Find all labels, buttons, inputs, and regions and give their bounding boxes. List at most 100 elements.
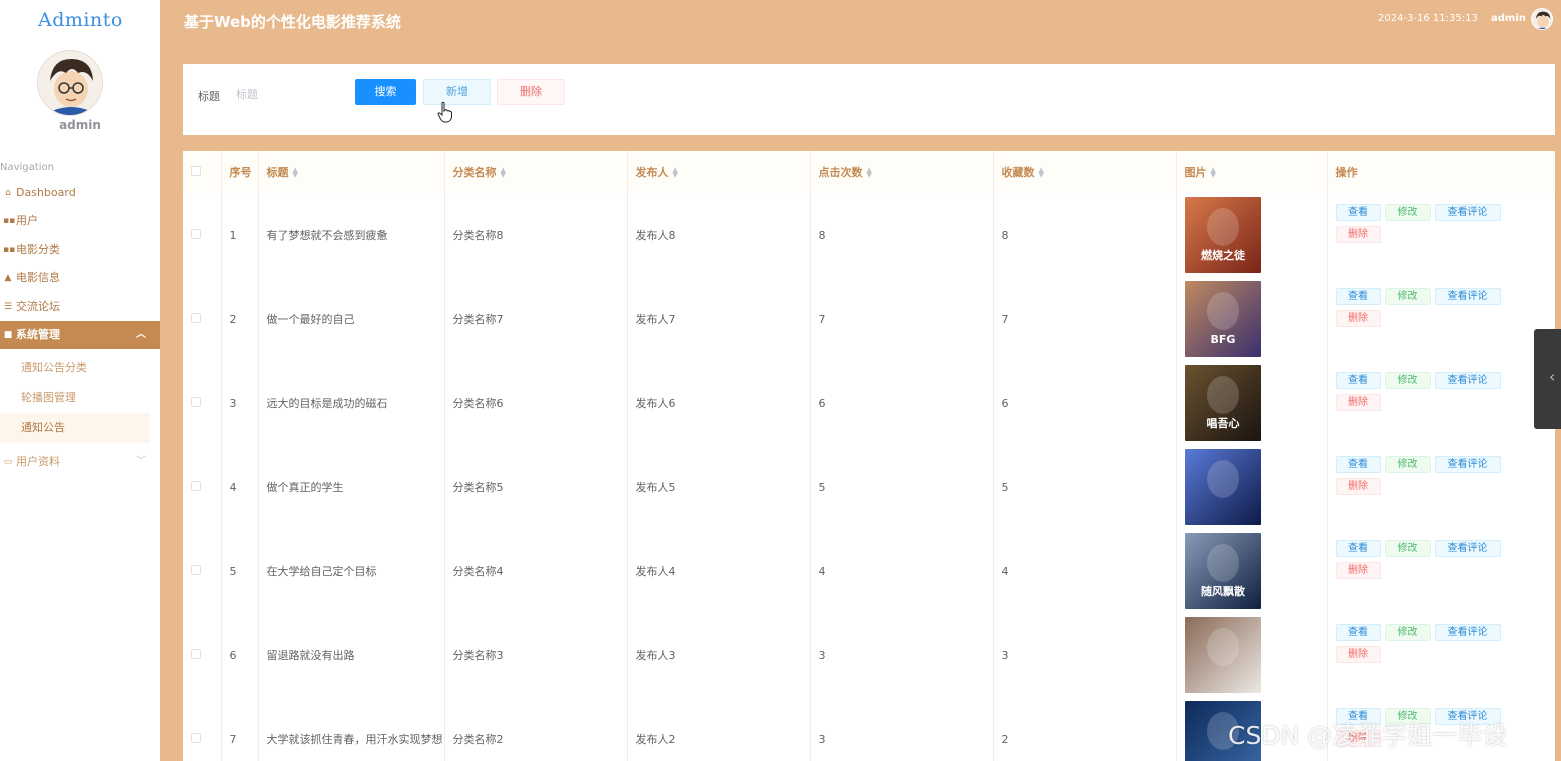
table-row[interactable]: 1 有了梦想就不会感到疲惫 分类名称8 发布人8 8 8 燃烧之徒 查看 修改 … [183, 193, 1555, 277]
cell-title: 做一个最好的自己 [258, 277, 445, 361]
sidebar-item-label: 电影分类 [16, 243, 60, 256]
cell-title: 留退路就没有出路 [258, 613, 445, 697]
row-select-cell[interactable] [183, 697, 222, 761]
row-checkbox[interactable] [191, 228, 201, 239]
cell-actions: 查看 修改 查看评论 删除 [1327, 361, 1555, 445]
column-header-title[interactable]: 标题 ▲ ▼ [258, 151, 445, 193]
delete-button[interactable]: 删除 [1335, 310, 1381, 327]
delete-button[interactable]: 删除 [1335, 646, 1381, 663]
edit-button[interactable]: 修改 [1384, 288, 1431, 305]
cell-favorites: 8 [993, 193, 1177, 277]
column-header-clicks[interactable]: 点击次数 ▲ ▼ [810, 151, 994, 193]
cell-category: 分类名称7 [444, 277, 628, 361]
avatar[interactable] [37, 50, 103, 116]
view-comments-button[interactable]: 查看评论 [1434, 372, 1501, 389]
view-button[interactable]: 查看 [1335, 288, 1381, 305]
delete-button[interactable]: 删除 [1335, 478, 1381, 495]
row-select-cell[interactable] [183, 613, 222, 697]
view-comments-button[interactable]: 查看评论 [1434, 624, 1501, 641]
select-all-checkbox[interactable] [191, 165, 201, 176]
view-button[interactable]: 查看 [1335, 204, 1381, 221]
sidebar-item-movie-category[interactable]: ▪▪ 电影分类 [0, 236, 160, 264]
view-button[interactable]: 查看 [1335, 372, 1381, 389]
cell-clicks: 7 [810, 277, 994, 361]
book-icon: ■ [3, 330, 13, 340]
row-checkbox[interactable] [191, 732, 201, 743]
view-comments-button[interactable]: 查看评论 [1434, 288, 1501, 305]
movie-poster-image: BFG [1184, 281, 1261, 357]
column-header-publisher[interactable]: 发布人 ▲ ▼ [627, 151, 811, 193]
sidebar-item-label: 用户资料 [16, 455, 60, 468]
brand-logo[interactable]: Adminto [38, 9, 123, 31]
row-checkbox[interactable] [191, 312, 201, 323]
title-search-input[interactable] [230, 82, 350, 106]
side-drawer-toggle[interactable]: ‹ [1534, 329, 1561, 429]
cell-category: 分类名称5 [444, 445, 628, 529]
view-button[interactable]: 查看 [1335, 540, 1381, 557]
row-select-cell[interactable] [183, 193, 222, 277]
page-title: 基于Web的个性化电影推荐系统 [184, 13, 401, 31]
sidebar-item-dashboard[interactable]: ⌂ Dashboard [0, 179, 160, 207]
sidebar-item-label: 系统管理 [16, 328, 60, 341]
table-row[interactable]: 5 在大学给自己定个目标 分类名称4 发布人4 4 4 随风飘散 查看 修改 查… [183, 529, 1555, 613]
row-select-cell[interactable] [183, 445, 222, 529]
view-button[interactable]: 查看 [1335, 456, 1381, 473]
row-checkbox[interactable] [191, 480, 201, 491]
table-row[interactable]: 4 做个真正的学生 分类名称5 发布人5 5 5 查看 修改 查看评论 删除 [183, 445, 1555, 529]
header-avatar[interactable] [1531, 8, 1553, 30]
delete-button[interactable]: 删除 [1335, 226, 1381, 243]
row-checkbox[interactable] [191, 396, 201, 407]
select-all-cell[interactable] [183, 151, 222, 193]
sort-icon[interactable]: ▲ ▼ [1039, 167, 1044, 179]
row-select-cell[interactable] [183, 277, 222, 361]
cell-category: 分类名称4 [444, 529, 628, 613]
sidebar-subitem-notice-category[interactable]: 通知公告分类 [0, 353, 150, 383]
sidebar-item-user-profile[interactable]: ▭ 用户资料 ﹀ [0, 448, 160, 476]
row-checkbox[interactable] [191, 648, 201, 659]
header-datetime: 2024-3-16 11:35:13 [1378, 13, 1478, 24]
cell-actions: 查看 修改 查看评论 删除 [1327, 445, 1555, 529]
cell-actions: 查看 修改 查看评论 删除 [1327, 613, 1555, 697]
view-comments-button[interactable]: 查看评论 [1434, 204, 1501, 221]
sidebar-item-users[interactable]: ▪▪ 用户 [0, 207, 160, 235]
column-header-image[interactable]: 图片 ▲ ▼ [1176, 151, 1328, 193]
header-username[interactable]: admin [1491, 13, 1526, 24]
view-comments-button[interactable]: 查看评论 [1434, 540, 1501, 557]
sort-icon[interactable]: ▲ ▼ [867, 167, 872, 179]
column-header-category[interactable]: 分类名称 ▲ ▼ [444, 151, 628, 193]
table-row[interactable]: 6 留退路就没有出路 分类名称3 发布人3 3 3 查看 修改 查看评论 删除 [183, 613, 1555, 697]
cell-no: 2 [221, 277, 259, 361]
sort-icon[interactable]: ▲ ▼ [293, 167, 298, 179]
table-row[interactable]: 3 远大的目标是成功的磁石 分类名称6 发布人6 6 6 唱吾心 查看 修改 查… [183, 361, 1555, 445]
poster-caption: BFG [1210, 333, 1235, 346]
sidebar-item-system[interactable]: ■ 系统管理 ︿ [0, 321, 160, 349]
view-button[interactable]: 查看 [1335, 624, 1381, 641]
row-checkbox[interactable] [191, 564, 201, 575]
row-select-cell[interactable] [183, 361, 222, 445]
delete-button[interactable]: 删除 [1335, 562, 1381, 579]
sort-icon[interactable]: ▲ ▼ [673, 167, 678, 179]
batch-delete-button[interactable]: 删除 [497, 79, 565, 105]
hand-cursor-icon [437, 101, 452, 123]
edit-button[interactable]: 修改 [1384, 456, 1431, 473]
edit-button[interactable]: 修改 [1384, 540, 1431, 557]
sort-icon[interactable]: ▲ ▼ [501, 167, 506, 179]
search-button[interactable]: 搜索 [355, 79, 416, 105]
add-button[interactable]: 新增 [423, 79, 491, 105]
view-comments-button[interactable]: 查看评论 [1434, 456, 1501, 473]
edit-button[interactable]: 修改 [1384, 372, 1431, 389]
sidebar-subitem-carousel[interactable]: 轮播图管理 [0, 383, 150, 413]
edit-button[interactable]: 修改 [1384, 204, 1431, 221]
row-select-cell[interactable] [183, 529, 222, 613]
sidebar-subitem-notice[interactable]: 通知公告 [0, 413, 150, 443]
table-row[interactable]: 2 做一个最好的自己 分类名称7 发布人7 7 7 BFG 查看 修改 查看评论… [183, 277, 1555, 361]
edit-button[interactable]: 修改 [1384, 624, 1431, 641]
cell-favorites: 7 [993, 277, 1177, 361]
sidebar-item-movie-info[interactable]: ▲ 电影信息 [0, 264, 160, 292]
avatar-face-icon [38, 51, 102, 115]
delete-button[interactable]: 删除 [1335, 394, 1381, 411]
sidebar-item-label: 用户 [16, 214, 38, 227]
sort-icon[interactable]: ▲ ▼ [1211, 167, 1216, 179]
sidebar-item-forum[interactable]: ☰ 交流论坛 [0, 293, 160, 321]
column-header-favorites[interactable]: 收藏数 ▲ ▼ [993, 151, 1177, 193]
